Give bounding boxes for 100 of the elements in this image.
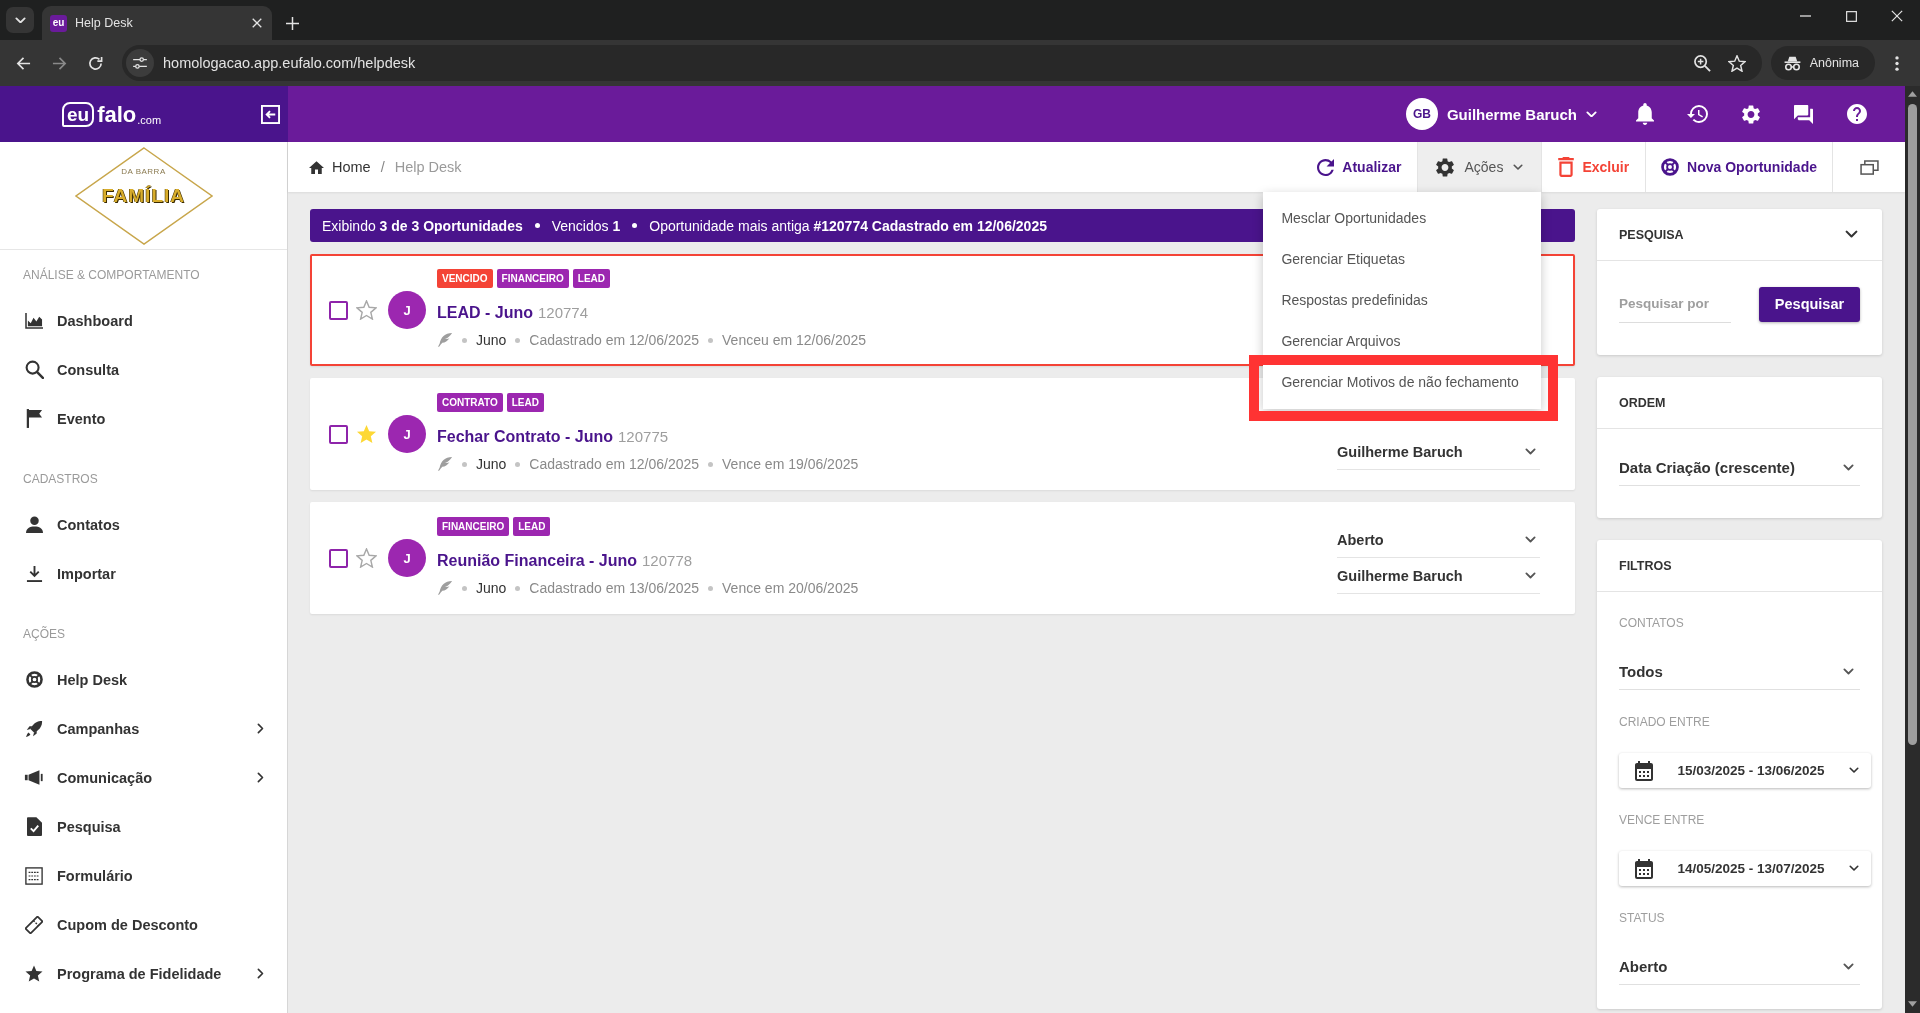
filter-select[interactable]: Todos: [1619, 654, 1860, 690]
date-range-button[interactable]: 15/03/2025 - 13/06/2025: [1619, 753, 1871, 788]
field-label: CRIADO ENTRE: [1619, 715, 1710, 729]
search-button[interactable]: Pesquisar: [1759, 286, 1860, 322]
order-select[interactable]: Data Criação (crescente): [1619, 450, 1860, 486]
due-date: Vence em 19/06/2025: [722, 456, 859, 472]
field-label: STATUS: [1619, 911, 1665, 925]
sidebar-item[interactable]: Campanhas: [0, 704, 287, 753]
opportunity-title[interactable]: Fechar Contrato - Juno: [437, 426, 613, 448]
logo-suffix: .com: [137, 112, 162, 127]
feather-icon: [437, 332, 453, 348]
sidebar-item[interactable]: Formulário: [0, 851, 287, 900]
search-field[interactable]: Pesquisar por: [1619, 285, 1731, 323]
bell-icon[interactable]: [1635, 103, 1654, 125]
bullet-icon: [708, 337, 714, 343]
opportunity-card[interactable]: J FINANCEIRO LEAD Reunião Financeira - Juno 120778 Juno Cadastrado em 13/06/2025 Vence em 20/06/2025 Aberto Guilherme Baruch: [310, 502, 1575, 614]
back-arrow-icon[interactable]: [15, 55, 31, 71]
search-icon: [24, 360, 44, 379]
tab-favicon: eu: [50, 14, 67, 32]
help-icon[interactable]: [1846, 104, 1867, 124]
refresh-button[interactable]: Atualizar: [1297, 142, 1418, 192]
new-opportunity-button[interactable]: Nova Oportunidade: [1645, 142, 1832, 192]
refresh-icon: [1317, 158, 1335, 176]
browser-tab[interactable]: eu Help Desk: [42, 6, 272, 40]
chevron-down-icon: [1843, 668, 1854, 675]
menu-item[interactable]: Respostas predefinidas: [1263, 287, 1542, 313]
chevron-down-icon: [1513, 163, 1524, 171]
lifebuoy-icon: [25, 671, 43, 688]
sidebar-item[interactable]: Evento: [0, 394, 287, 443]
triangle-down-icon: [1908, 1001, 1917, 1007]
due-date: Vence em 20/06/2025: [722, 580, 859, 596]
status-select[interactable]: Aberto: [1337, 522, 1540, 558]
actions-button[interactable]: Ações: [1417, 142, 1542, 192]
site-info-button[interactable]: [126, 49, 154, 77]
checkbox[interactable]: [329, 424, 348, 444]
breadcrumb-link[interactable]: Home: [332, 159, 371, 175]
filter-select[interactable]: Aberto: [1619, 949, 1860, 985]
assignee-select[interactable]: Guilherme Baruch: [1337, 558, 1540, 594]
form-grid-icon: [25, 866, 43, 885]
maximize-icon[interactable]: [1845, 10, 1857, 22]
menu-item[interactable]: Gerenciar Arquivos: [1263, 328, 1542, 354]
user-avatar: GB: [1405, 98, 1438, 130]
checkbox[interactable]: [329, 548, 348, 568]
due-date: Venceu em 12/06/2025: [722, 332, 867, 348]
star-icon[interactable]: [356, 424, 377, 444]
scrollbar-thumb[interactable]: [1908, 104, 1917, 745]
sidebar-item[interactable]: Comunicação: [0, 753, 287, 802]
user-menu[interactable]: GB Guilherme Baruch: [1405, 98, 1597, 130]
tag: VENCIDO: [437, 269, 493, 288]
close-icon[interactable]: [252, 18, 262, 28]
more-vertical-icon[interactable]: [1895, 55, 1899, 71]
sidebar-item[interactable]: Dashboard: [0, 296, 287, 345]
sidebar-item[interactable]: Cupom de Desconto: [0, 900, 287, 949]
delete-button[interactable]: Excluir: [1541, 142, 1646, 192]
sidebar-item[interactable]: Contatos: [0, 500, 287, 549]
summary-text: Vencidos 1: [551, 217, 621, 234]
minimize-icon[interactable]: [1799, 15, 1811, 17]
download-icon: [25, 565, 43, 582]
opportunity-title[interactable]: Reunião Financeira - Juno: [437, 550, 638, 572]
breadcrumb-current: Help Desk: [394, 159, 462, 175]
scrollbar[interactable]: [1905, 86, 1920, 1013]
plus-icon[interactable]: [286, 17, 299, 30]
checkbox[interactable]: [329, 300, 348, 320]
ticket-icon: [25, 915, 43, 934]
star-icon[interactable]: [356, 300, 377, 320]
chevron-down-icon: [1525, 448, 1536, 455]
opportunity-title[interactable]: LEAD - Juno: [437, 302, 533, 324]
tab-list-button[interactable]: [6, 7, 34, 33]
chevron-down-icon[interactable]: [1845, 230, 1858, 239]
star-outline-icon[interactable]: [1727, 54, 1746, 72]
assignee-select[interactable]: Guilherme Baruch: [1337, 434, 1540, 470]
chat-icon[interactable]: [1794, 104, 1813, 124]
trash-icon: [1558, 157, 1575, 177]
chevron-down-icon: [1586, 110, 1597, 118]
history-icon[interactable]: [1687, 105, 1708, 123]
close-icon[interactable]: [1891, 10, 1903, 22]
settings-icon[interactable]: [1741, 104, 1760, 124]
menu-item[interactable]: Mesclar Oportunidades: [1263, 205, 1542, 231]
date-range-button[interactable]: 14/05/2025 - 13/07/2025: [1619, 851, 1871, 886]
zoom-in-icon[interactable]: [1693, 54, 1711, 72]
opportunity-id: 120778: [642, 551, 693, 571]
sidebar-item[interactable]: Help Desk: [0, 655, 287, 704]
star-icon[interactable]: [356, 548, 377, 568]
gear-icon: [1436, 157, 1455, 177]
profile-button[interactable]: Anônima: [1770, 46, 1875, 80]
bullet-icon: [515, 337, 521, 343]
sidebar-item[interactable]: Importar: [0, 549, 287, 598]
reload-icon[interactable]: [87, 55, 103, 71]
breadcrumb-separator: /: [380, 159, 385, 175]
collapse-sidebar-icon[interactable]: [261, 104, 280, 124]
field-label: VENCE ENTRE: [1619, 813, 1705, 827]
address-bar[interactable]: homologacao.app.eufalo.com/helpdesk: [122, 45, 1762, 81]
sidebar-item[interactable]: Pesquisa: [0, 802, 287, 851]
sidebar-item[interactable]: Programa de Fidelidade: [0, 949, 287, 998]
lifebuoy-icon: [1661, 158, 1680, 176]
sidebar-item[interactable]: Consulta: [0, 345, 287, 394]
panel-title: PESQUISA: [1619, 227, 1684, 242]
created-date: Cadastrado em 12/06/2025: [529, 332, 700, 348]
forward-arrow-icon[interactable]: [51, 55, 67, 71]
contact-name: Juno: [476, 332, 507, 348]
